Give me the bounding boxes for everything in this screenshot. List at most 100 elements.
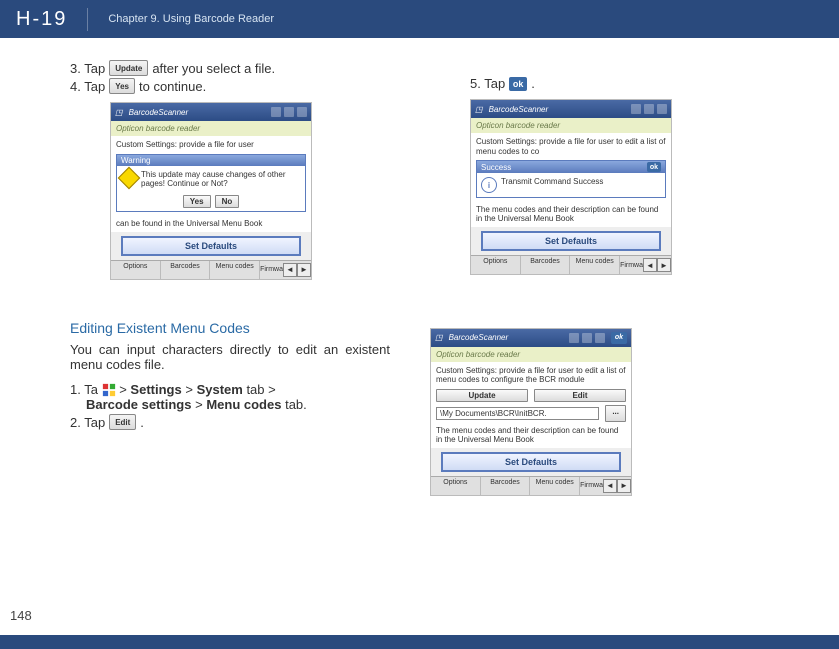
success-dialog: Success ok i Transmit Command Success — [476, 160, 666, 198]
window-subtitle: Opticon barcode reader — [111, 121, 311, 136]
note-text: The menu codes and their description can… — [471, 205, 671, 227]
edit-button-image: Edit — [109, 414, 136, 430]
update-button-image: Update — [109, 60, 148, 76]
screenshot-edit: ◳ BarcodeScanner ok Opticon barcode read… — [430, 328, 632, 496]
settings-label: Settings — [130, 382, 181, 397]
page-number: 148 — [10, 608, 32, 623]
tab-firmware[interactable]: Firmwa — [260, 266, 283, 273]
yes-button[interactable]: Yes — [183, 195, 211, 208]
dialog-ok-button[interactable]: ok — [647, 162, 661, 172]
edit-step-2: 2. Tap Edit . — [70, 414, 390, 430]
ok-softkey[interactable]: ok — [611, 332, 627, 344]
step-text: 4. Tap — [70, 79, 105, 94]
window-titlebar: ◳ BarcodeScanner ok — [431, 329, 631, 347]
tab-bar: Options Barcodes Menu codes Firmwa ◄► — [111, 260, 311, 279]
bottom-bar — [0, 635, 839, 649]
menu-codes-label: Menu codes — [206, 397, 281, 412]
start-icon: ◳ — [475, 105, 483, 114]
step-text: > — [268, 382, 276, 397]
tab-scroll[interactable]: ◄► — [643, 258, 671, 272]
note-text: The menu codes and their description can… — [431, 426, 631, 448]
dialog-title: Success — [481, 163, 647, 172]
step-text: to continue. — [139, 79, 206, 94]
section-paragraph: You can input characters directly to edi… — [70, 342, 390, 372]
tab-barcodes[interactable]: Barcodes — [161, 261, 211, 279]
step-4: 4. Tap Yes to continue. — [70, 78, 410, 94]
step-text: tab — [246, 382, 264, 397]
titlebar-icons — [271, 107, 307, 117]
window-subtitle: Opticon barcode reader — [471, 118, 671, 133]
step-3: 3. Tap Update after you select a file. — [70, 60, 410, 76]
step-text: 1. Ta — [70, 382, 98, 397]
file-path-field[interactable]: \My Documents\BCR\InitBCR. — [436, 407, 599, 420]
window-subtitle: Opticon barcode reader — [431, 347, 631, 362]
window-title: BarcodeScanner — [489, 105, 549, 114]
chapter-title: Chapter 9. Using Barcode Reader — [108, 13, 274, 25]
window-title: BarcodeScanner — [449, 333, 509, 342]
left-column: 3. Tap Update after you select a file. 4… — [70, 58, 410, 280]
editing-section: Editing Existent Menu Codes You can inpu… — [70, 320, 390, 496]
tab-firmware[interactable]: Firmwa — [580, 482, 603, 489]
tab-menu-codes[interactable]: Menu codes — [210, 261, 260, 279]
tab-firmware[interactable]: Firmwa — [620, 262, 643, 269]
step-text: 5. Tap — [470, 76, 505, 91]
settings-text: Custom Settings: provide a file for user — [116, 140, 306, 150]
tab-bar: Options Barcodes Menu codes Firmwa ◄► — [431, 476, 631, 495]
step-text: after you select a file. — [152, 61, 275, 76]
settings-text: Custom Settings: provide a file for user… — [476, 137, 666, 156]
no-button[interactable]: No — [215, 195, 240, 208]
step-5: 5. Tap ok . — [470, 76, 720, 91]
windows-icon — [102, 383, 116, 397]
info-icon: i — [481, 177, 497, 193]
ok-button-image: ok — [509, 77, 527, 91]
tab-options[interactable]: Options — [111, 261, 161, 279]
window-titlebar: ◳ BarcodeScanner — [471, 100, 671, 118]
dialog-message: This update may cause changes of other p… — [141, 170, 301, 188]
tab-menu-codes[interactable]: Menu codes — [570, 256, 620, 274]
titlebar-icons — [569, 333, 605, 343]
set-defaults-button[interactable]: Set Defaults — [121, 236, 301, 256]
titlebar-icons — [631, 104, 667, 114]
step-text: > — [119, 382, 127, 397]
top-bar: H-19 Chapter 9. Using Barcode Reader — [0, 0, 839, 38]
screenshot-warning: ◳ BarcodeScanner Opticon barcode reader … — [110, 102, 312, 280]
tab-options[interactable]: Options — [431, 477, 481, 495]
system-label: System — [197, 382, 243, 397]
tab-scroll[interactable]: ◄► — [283, 263, 311, 277]
set-defaults-button[interactable]: Set Defaults — [441, 452, 621, 472]
edit-button[interactable]: Edit — [534, 389, 626, 402]
tab-bar: Options Barcodes Menu codes Firmwa ◄► — [471, 255, 671, 274]
tab-scroll[interactable]: ◄► — [603, 479, 631, 493]
section-heading: Editing Existent Menu Codes — [70, 320, 390, 336]
set-defaults-button[interactable]: Set Defaults — [481, 231, 661, 251]
step-text: > — [195, 397, 203, 412]
step-text: 3. Tap — [70, 61, 105, 76]
warning-dialog: Warning This update may cause changes of… — [116, 154, 306, 212]
device-model: H-19 — [16, 8, 88, 31]
tab-menu-codes[interactable]: Menu codes — [530, 477, 580, 495]
start-icon: ◳ — [435, 333, 443, 342]
yes-button-image: Yes — [109, 78, 135, 94]
warning-icon — [118, 166, 141, 189]
start-icon: ◳ — [115, 108, 123, 117]
tab-barcodes[interactable]: Barcodes — [481, 477, 531, 495]
window-title: BarcodeScanner — [129, 108, 189, 117]
browse-button[interactable]: ... — [605, 405, 626, 422]
screenshot-success: ◳ BarcodeScanner Opticon barcode reader … — [470, 99, 672, 275]
dialog-title: Warning — [117, 155, 305, 166]
barcode-settings-label: Barcode settings — [86, 397, 191, 412]
step-text: . — [140, 415, 144, 430]
window-titlebar: ◳ BarcodeScanner — [111, 103, 311, 121]
step-text: . — [531, 76, 535, 91]
settings-text: Custom Settings: provide a file for user… — [436, 366, 626, 385]
step-text: 2. Tap — [70, 415, 105, 430]
step-text: > — [185, 382, 193, 397]
edit-step-1: 1. Ta > Settings > System tab > Barcode … — [70, 382, 390, 413]
update-button[interactable]: Update — [436, 389, 528, 402]
tab-options[interactable]: Options — [471, 256, 521, 274]
step-text: tab. — [285, 397, 307, 412]
right-column: 5. Tap ok . ◳ BarcodeScanner Opticon bar… — [470, 58, 720, 280]
tab-barcodes[interactable]: Barcodes — [521, 256, 571, 274]
dialog-message: Transmit Command Success — [501, 177, 661, 186]
note-text: can be found in the Universal Menu Book — [111, 219, 311, 232]
